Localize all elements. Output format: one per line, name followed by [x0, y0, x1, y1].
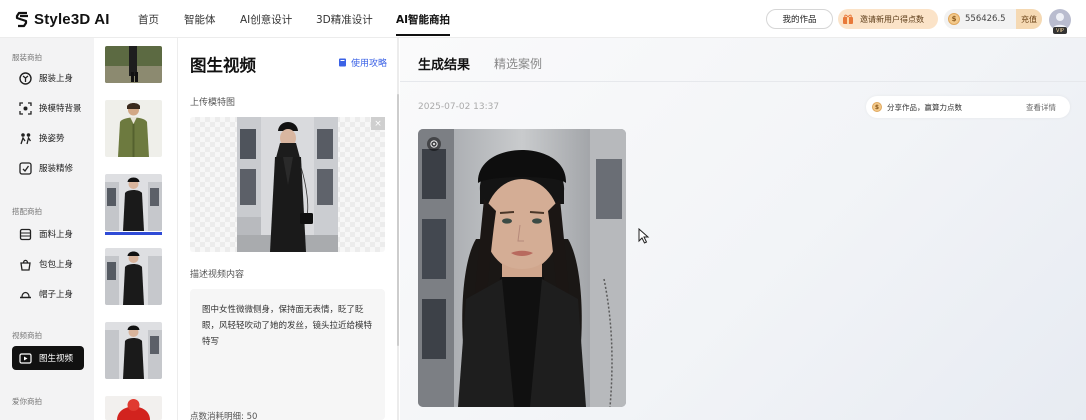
fabric-icon	[18, 227, 32, 241]
left-sidebar: 服装商拍 服装上身 换模特背景 换姿势 服装精修 搭配商拍 面料上身 包包上身 …	[0, 38, 94, 420]
sidebar-item-label: 帽子上身	[39, 290, 74, 300]
thumbnail-selected[interactable]	[105, 174, 162, 231]
sidebar-section-apparel: 服装商拍	[12, 53, 42, 62]
gift-icon	[842, 13, 854, 25]
usage-guide-link[interactable]: 使用攻略	[338, 56, 387, 69]
sidebar-item-label: 服装精修	[39, 164, 74, 174]
sidebar-item-image-to-video[interactable]: 图生视频	[12, 346, 84, 370]
selected-thumbnail-indicator	[105, 232, 162, 235]
upload-label: 上传模特图	[190, 98, 236, 108]
history-thumbnails	[94, 38, 271, 420]
thumbnail[interactable]	[105, 46, 162, 83]
invite-button[interactable]: 邀请新用户得点数	[838, 9, 938, 29]
usage-guide-label: 使用攻略	[351, 59, 388, 69]
sidebar-item-label: 面料上身	[39, 230, 74, 240]
sidebar-section-more: 爱你商拍	[12, 397, 42, 406]
play-icon[interactable]	[427, 137, 441, 151]
sidebar-item-label: 包包上身	[39, 260, 74, 270]
vip-badge: VIP	[1053, 27, 1067, 34]
coin-icon: $	[948, 13, 960, 25]
sidebar-item-change-background[interactable]: 换模特背景	[12, 96, 84, 120]
logo-text: Style3D AI	[34, 10, 110, 28]
retouch-icon	[18, 161, 32, 175]
panel-scrollbar[interactable]	[397, 38, 399, 420]
top-header: Style3D AI 首页 智能体 AI创意设计 3D精准设计 AI智能商拍 我…	[0, 0, 1086, 38]
video-icon	[18, 351, 32, 365]
share-banner[interactable]: $ 分享作品，赢算力点数 查看详情	[866, 96, 1070, 118]
uploaded-model-image	[237, 117, 338, 252]
result-area: 生成结果 精选案例 2025-07-02 13:37 $ 分享作品，赢算力点数 …	[400, 38, 1086, 420]
sidebar-item-label: 换姿势	[39, 134, 65, 144]
sidebar-item-fabric-on-body[interactable]: 面料上身	[12, 222, 84, 246]
share-text: 分享作品，赢算力点数	[887, 102, 962, 112]
nav-ai-smart-shoot[interactable]: AI智能商拍	[396, 12, 450, 27]
shirt-icon	[18, 71, 32, 85]
tab-featured-cases[interactable]: 精选案例	[494, 55, 542, 72]
video-description-input[interactable]: 图中女性微微侧身，保持面无表情，眨了眨眼，风轻轻吹动了她的发丝，镜头拉近给模特特…	[190, 289, 385, 420]
sidebar-section-video: 视频商拍	[12, 331, 42, 340]
remove-image-button[interactable]: ×	[371, 117, 385, 130]
pose-icon	[18, 131, 32, 145]
coin-icon: $	[872, 102, 882, 112]
sidebar-item-bag-on-body[interactable]: 包包上身	[12, 252, 84, 276]
credits-balance: $ 556426.5 充值	[944, 9, 1042, 29]
credits-value: 556426.5	[965, 14, 1006, 24]
upload-area[interactable]: ×	[190, 117, 385, 252]
nav-3d-precise-design[interactable]: 3D精准设计	[316, 12, 373, 27]
result-video[interactable]	[418, 129, 626, 407]
thumbnail[interactable]	[105, 322, 162, 379]
sidebar-item-change-pose[interactable]: 换姿势	[12, 126, 84, 150]
active-nav-indicator	[396, 34, 450, 36]
recharge-button[interactable]: 充值	[1016, 9, 1042, 29]
thumbnail[interactable]	[105, 248, 162, 305]
hat-icon	[18, 287, 32, 301]
nav-home[interactable]: 首页	[138, 12, 159, 27]
style3d-logo-icon	[15, 11, 28, 27]
credit-cost-detail[interactable]: 点数消耗明细: 50	[190, 410, 257, 420]
sidebar-item-label: 服装上身	[39, 74, 74, 84]
sidebar-section-matching: 搭配商拍	[12, 207, 42, 216]
description-label: 描述视频内容	[190, 270, 245, 280]
tab-results[interactable]: 生成结果	[418, 54, 470, 73]
sidebar-item-label: 换模特背景	[39, 104, 82, 114]
invite-label: 邀请新用户得点数	[860, 14, 924, 24]
thumbnail[interactable]	[105, 100, 162, 157]
tab-divider	[400, 81, 1086, 82]
params-panel: 图生视频 使用攻略 上传模特图 × 描述视频内容 图中女性微微侧身，保持面无表情…	[178, 38, 399, 420]
my-works-button[interactable]: 我的作品	[766, 9, 833, 29]
mouse-cursor-icon	[638, 228, 650, 244]
scrollbar-thumb[interactable]	[397, 94, 399, 346]
result-timestamp: 2025-07-02 13:37	[418, 102, 500, 112]
sidebar-item-apparel-retouch[interactable]: 服装精修	[12, 156, 84, 180]
sidebar-item-label: 图生视频	[39, 354, 74, 364]
book-icon	[339, 58, 346, 67]
scan-icon	[18, 101, 32, 115]
nav-agent[interactable]: 智能体	[184, 12, 216, 27]
thumbnail[interactable]	[105, 396, 162, 420]
bag-icon	[18, 257, 32, 271]
logo[interactable]: Style3D AI	[15, 10, 110, 28]
view-details-link[interactable]: 查看详情	[1026, 102, 1056, 113]
sidebar-item-hat-on-body[interactable]: 帽子上身	[12, 282, 84, 306]
page-title: 图生视频	[190, 56, 256, 75]
sidebar-item-apparel-on-body[interactable]: 服装上身	[12, 66, 84, 90]
nav-ai-creative-design[interactable]: AI创意设计	[240, 12, 292, 27]
